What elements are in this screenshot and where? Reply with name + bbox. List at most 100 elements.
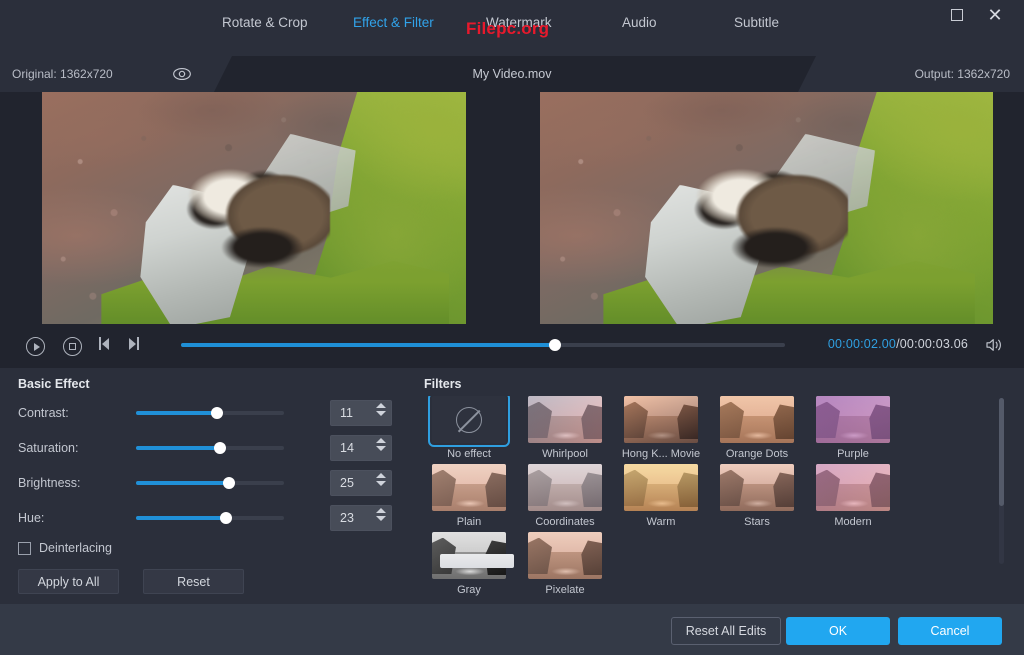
- filter-item-whirlpool[interactable]: Whirlpool: [520, 396, 610, 460]
- contrast-value: 11: [340, 406, 353, 420]
- filter-item-coordinates[interactable]: Coordinates: [520, 464, 610, 528]
- filter-color-overlay: [624, 396, 698, 443]
- hue-increment[interactable]: [376, 508, 386, 513]
- contrast-increment[interactable]: [376, 403, 386, 408]
- timecode-display: 00:00:02.00/00:00:03.06: [828, 337, 968, 351]
- filter-item-hong-k-movie[interactable]: Hong K... Movie: [616, 396, 706, 460]
- hue-stepper[interactable]: 23: [330, 505, 392, 531]
- brightness-increment[interactable]: [376, 473, 386, 478]
- tab-audio[interactable]: Audio: [622, 15, 657, 30]
- contrast-slider[interactable]: [136, 407, 284, 419]
- filter-label: No effect: [447, 448, 491, 460]
- filters-partial-row-thumbnail[interactable]: [440, 554, 514, 568]
- close-icon[interactable]: ✕: [984, 4, 1006, 26]
- filter-thumbnail: [428, 396, 510, 447]
- reset-button[interactable]: Reset: [143, 569, 244, 594]
- play-icon[interactable]: [26, 337, 45, 356]
- video-editor-window: ✕ Rotate & Crop Effect & Filter Watermar…: [0, 0, 1024, 655]
- filter-label: Coordinates: [535, 516, 595, 528]
- saturation-increment[interactable]: [376, 438, 386, 443]
- no-effect-icon: [432, 396, 506, 443]
- output-preview[interactable]: [540, 92, 993, 324]
- current-time: 00:00:02.00: [827, 337, 897, 351]
- deinterlacing-checkbox-box[interactable]: [18, 541, 31, 555]
- contrast-stepper[interactable]: 11: [330, 400, 392, 426]
- filter-item-purple[interactable]: Purple: [808, 396, 898, 460]
- next-frame-icon[interactable]: [129, 337, 148, 356]
- filter-label: Pixelate: [545, 584, 585, 596]
- output-resolution-label: Output: 1362x720: [914, 67, 1010, 81]
- filter-item-pixelate[interactable]: Pixelate: [520, 532, 610, 596]
- maximize-icon[interactable]: [946, 4, 968, 26]
- saturation-stepper[interactable]: 14: [330, 435, 392, 461]
- hue-slider-handle[interactable]: [220, 512, 233, 524]
- filter-thumbnail: [432, 464, 506, 511]
- filter-color-overlay: [528, 464, 602, 511]
- filter-thumbnail: [816, 396, 890, 443]
- contrast-slider-handle[interactable]: [211, 407, 224, 419]
- basic-effect-title: Basic Effect: [18, 377, 90, 391]
- filter-thumbnail: [624, 396, 698, 443]
- filter-color-overlay: [816, 464, 890, 511]
- saturation-decrement[interactable]: [376, 446, 386, 451]
- hue-row: Hue: 23: [18, 505, 394, 531]
- eye-icon[interactable]: [172, 65, 192, 83]
- hue-slider[interactable]: [136, 512, 284, 524]
- volume-icon[interactable]: [984, 337, 1006, 353]
- filter-thumbnail: [624, 464, 698, 511]
- filters-panel: Filters No effect Whirlpool Hong K... Movi…: [412, 368, 1024, 604]
- filter-item-no-effect[interactable]: No effect: [424, 396, 514, 460]
- reset-all-edits-button[interactable]: Reset All Edits: [671, 617, 781, 645]
- filter-item-plain[interactable]: Plain: [424, 464, 514, 528]
- filter-thumbnail: [816, 464, 890, 511]
- brightness-value: 25: [340, 476, 354, 490]
- hue-decrement[interactable]: [376, 516, 386, 521]
- filter-label: Warm: [646, 516, 676, 528]
- tab-rotate-crop[interactable]: Rotate & Crop: [222, 15, 308, 30]
- saturation-slider[interactable]: [136, 442, 284, 454]
- saturation-value: 14: [340, 441, 354, 455]
- output-video-frame: [540, 92, 993, 324]
- contrast-label: Contrast:: [18, 406, 69, 420]
- brightness-label: Brightness:: [18, 476, 81, 490]
- brightness-slider-handle[interactable]: [223, 477, 236, 489]
- filter-item-warm[interactable]: Warm: [616, 464, 706, 528]
- ok-button[interactable]: OK: [786, 617, 890, 645]
- brightness-stepper[interactable]: 25: [330, 470, 392, 496]
- tab-subtitle[interactable]: Subtitle: [734, 15, 779, 30]
- filters-scrollbar[interactable]: [999, 398, 1004, 564]
- saturation-row: Saturation: 14: [18, 435, 394, 461]
- brightness-slider[interactable]: [136, 477, 284, 489]
- total-time: 00:00:03.06: [899, 337, 968, 351]
- original-video-frame: [42, 92, 466, 324]
- apply-to-all-button[interactable]: Apply to All: [18, 569, 119, 594]
- seek-bar[interactable]: [181, 339, 785, 351]
- saturation-label: Saturation:: [18, 441, 79, 455]
- filter-color-overlay: [624, 464, 698, 511]
- filter-color-overlay: [720, 396, 794, 443]
- filters-scrollbar-thumb[interactable]: [999, 398, 1004, 506]
- deinterlacing-checkbox[interactable]: Deinterlacing: [18, 541, 112, 555]
- original-resolution-tag: Original: 1362x720: [0, 56, 232, 92]
- output-resolution-tag: Output: 1362x720: [798, 56, 1024, 92]
- stop-icon[interactable]: [63, 337, 82, 356]
- previous-frame-icon[interactable]: [99, 337, 118, 356]
- saturation-slider-handle[interactable]: [214, 442, 227, 454]
- filter-thumbnail: [528, 532, 602, 579]
- window-controls: ✕: [946, 0, 1016, 30]
- filter-thumbnail: [528, 396, 602, 443]
- original-preview[interactable]: [42, 92, 466, 324]
- filter-thumbnail: [528, 464, 602, 511]
- filter-color-overlay: [528, 396, 602, 443]
- filter-thumbnail: [720, 464, 794, 511]
- contrast-row: Contrast: 11: [18, 400, 394, 426]
- filter-item-stars[interactable]: Stars: [712, 464, 802, 528]
- cancel-button[interactable]: Cancel: [898, 617, 1002, 645]
- filter-item-modern[interactable]: Modern: [808, 464, 898, 528]
- tab-effect-filter[interactable]: Effect & Filter: [353, 15, 434, 30]
- hue-label: Hue:: [18, 511, 45, 525]
- contrast-decrement[interactable]: [376, 411, 386, 416]
- filter-item-orange-dots[interactable]: Orange Dots: [712, 396, 802, 460]
- brightness-decrement[interactable]: [376, 481, 386, 486]
- seek-handle[interactable]: [549, 339, 562, 351]
